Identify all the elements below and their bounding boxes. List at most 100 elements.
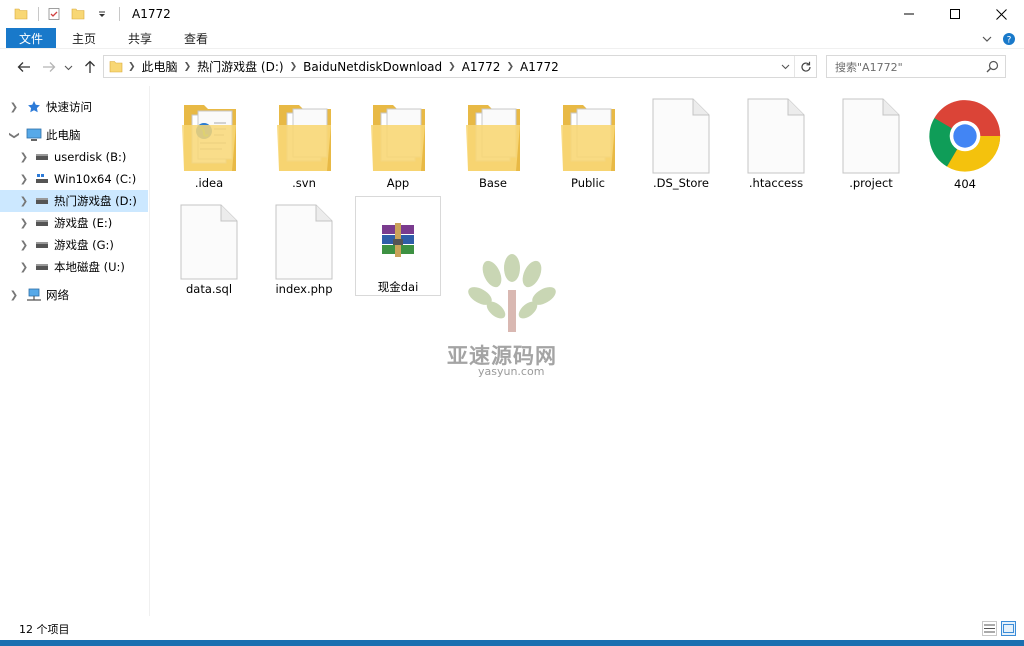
- arrow-up-icon: [85, 60, 95, 73]
- folder-icon: [457, 96, 529, 175]
- tab-share[interactable]: 共享: [112, 28, 168, 48]
- watermark-url: yasyun.com: [478, 365, 545, 378]
- nav-label: 游戏盘 (E:): [54, 216, 113, 230]
- taskbar-edge: [0, 640, 1024, 646]
- nav-network[interactable]: ❯ 网络: [0, 284, 148, 306]
- breadcrumb-separator[interactable]: ❯: [506, 62, 514, 72]
- file-item[interactable]: Base: [450, 90, 536, 190]
- recent-locations-button[interactable]: [60, 56, 76, 78]
- nav-this-pc[interactable]: ❯ 此电脑: [0, 124, 148, 146]
- tab-view[interactable]: 查看: [168, 28, 224, 48]
- arrow-left-icon: [17, 62, 30, 72]
- up-button[interactable]: [79, 56, 101, 78]
- nav-drive-g[interactable]: ❯ 游戏盘 (G:): [0, 234, 148, 256]
- file-item[interactable]: .project: [828, 90, 914, 190]
- breadcrumb-this-pc[interactable]: 此电脑: [136, 58, 184, 75]
- drive-icon: [34, 237, 50, 253]
- file-item[interactable]: .idea: [166, 90, 252, 190]
- file-item[interactable]: .htaccess: [733, 90, 819, 190]
- file-name: 现金dai: [377, 280, 419, 294]
- nav-drive-b[interactable]: ❯ userdisk (B:): [0, 146, 148, 168]
- search-icon: [986, 60, 999, 76]
- nav-quick-access[interactable]: ❯ 快速访问: [0, 96, 148, 118]
- address-history-button[interactable]: [776, 56, 794, 77]
- chevron-right-icon[interactable]: ❯: [18, 174, 30, 185]
- toolbar-divider: [38, 7, 39, 21]
- archive-icon: [362, 203, 434, 278]
- nav-label: 此电脑: [46, 128, 81, 142]
- address-bar[interactable]: ❯ 此电脑 ❯ 热门游戏盘 (D:) ❯ BaiduNetdiskDownloa…: [103, 55, 817, 78]
- chevron-right-icon[interactable]: ❯: [18, 240, 30, 251]
- file-name: Base: [478, 176, 507, 190]
- close-button[interactable]: [978, 0, 1024, 28]
- chevron-right-icon[interactable]: ❯: [18, 196, 30, 207]
- file-item[interactable]: index.php: [261, 196, 347, 296]
- folder-icon: [12, 5, 30, 23]
- nav-drive-c[interactable]: ❯ Win10x64 (C:): [0, 168, 148, 190]
- file-item[interactable]: 404: [922, 90, 1008, 191]
- quick-access-toolbar: [0, 0, 126, 28]
- chevron-right-icon[interactable]: ❯: [18, 262, 30, 273]
- chevron-right-icon[interactable]: ❯: [8, 290, 20, 301]
- minimize-button[interactable]: [886, 0, 932, 28]
- file-item[interactable]: .DS_Store: [638, 90, 724, 190]
- view-switcher: [982, 621, 1016, 636]
- file-name: Public: [570, 176, 606, 190]
- file-item[interactable]: 现金dai: [355, 196, 441, 296]
- nav-label: 本地磁盘 (U:): [54, 260, 125, 274]
- breadcrumb-separator[interactable]: ❯: [290, 62, 298, 72]
- window-title: A1772: [132, 7, 171, 21]
- breadcrumb-separator[interactable]: ❯: [128, 62, 136, 72]
- address-row: ❯ 此电脑 ❯ 热门游戏盘 (D:) ❯ BaiduNetdiskDownloa…: [0, 52, 1024, 82]
- file-item[interactable]: App: [355, 90, 441, 190]
- blank-file-icon: [740, 96, 812, 175]
- maximize-button[interactable]: [932, 0, 978, 28]
- breadcrumb-separator[interactable]: ❯: [184, 62, 192, 72]
- file-name: App: [386, 176, 410, 190]
- breadcrumb-baidunetdisk[interactable]: BaiduNetdiskDownload: [297, 60, 448, 74]
- computer-icon: [26, 127, 42, 143]
- tab-file[interactable]: 文件: [6, 28, 57, 48]
- expand-ribbon-icon[interactable]: [982, 34, 992, 44]
- search-input[interactable]: 搜索"A1772": [826, 55, 1006, 78]
- nav-drive-u[interactable]: ❯ 本地磁盘 (U:): [0, 256, 148, 278]
- file-item[interactable]: data.sql: [166, 196, 252, 296]
- chevron-down-icon[interactable]: ❯: [9, 129, 20, 141]
- drive-icon: [34, 259, 50, 275]
- file-name: index.php: [275, 282, 333, 296]
- blank-file-icon: [645, 96, 717, 175]
- large-icons-view-button[interactable]: [1001, 621, 1016, 636]
- refresh-button[interactable]: [794, 56, 816, 77]
- breadcrumb-a1772-parent[interactable]: A1772: [456, 60, 507, 74]
- chevron-right-icon[interactable]: ❯: [18, 218, 30, 229]
- help-icon[interactable]: ?: [1002, 32, 1016, 46]
- file-item[interactable]: Public: [545, 90, 631, 190]
- nav-drive-e[interactable]: ❯ 游戏盘 (E:): [0, 212, 148, 234]
- new-folder-icon[interactable]: [69, 5, 87, 23]
- windows-drive-icon: [34, 171, 50, 187]
- chevron-right-icon[interactable]: ❯: [18, 152, 30, 163]
- details-view-button[interactable]: [982, 621, 997, 636]
- details-view-icon: [984, 624, 995, 633]
- chevron-down-icon: [64, 65, 72, 70]
- properties-icon[interactable]: [45, 5, 63, 23]
- breadcrumb-drive-d[interactable]: 热门游戏盘 (D:): [191, 58, 289, 75]
- file-name: .project: [849, 176, 893, 190]
- back-button[interactable]: [13, 56, 35, 78]
- large-icons-view-icon: [1003, 624, 1014, 633]
- customize-toolbar-icon[interactable]: [93, 5, 111, 23]
- chevron-right-icon[interactable]: ❯: [8, 102, 20, 113]
- file-item[interactable]: .svn: [261, 90, 347, 190]
- arrow-right-icon: [43, 62, 56, 72]
- breadcrumb-separator[interactable]: ❯: [448, 62, 456, 72]
- blank-file-icon: [268, 202, 340, 281]
- chevron-down-icon: [781, 64, 789, 70]
- refresh-icon: [800, 61, 811, 72]
- ribbon-tabs: 文件 主页 共享 查看 ?: [0, 28, 1024, 49]
- breadcrumb-a1772-current[interactable]: A1772: [514, 60, 565, 74]
- drive-icon: [34, 193, 50, 209]
- nav-drive-d[interactable]: ❯ 热门游戏盘 (D:): [0, 190, 148, 212]
- tab-home[interactable]: 主页: [56, 28, 112, 48]
- title-bar: A1772: [0, 0, 1024, 28]
- forward-button[interactable]: [38, 56, 60, 78]
